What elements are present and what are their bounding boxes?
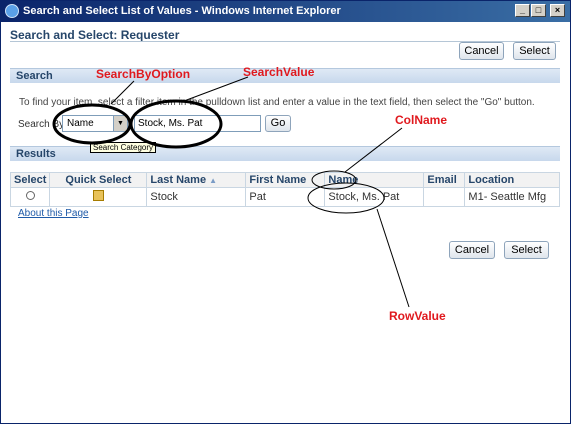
search-value-input[interactable]: Stock, Ms. Pat <box>134 115 261 132</box>
table-header-row: Select Quick Select Last Name ▲ First Na… <box>9 172 560 188</box>
cell-location: M1- Seattle Mfg <box>464 187 560 207</box>
cell-name: Stock, Ms. Pat <box>324 187 425 207</box>
cancel-button-bottom[interactable]: Cancel <box>449 241 495 259</box>
search-instructions: To find your item, select a filter item … <box>19 97 535 108</box>
search-by-selected: Name <box>67 118 94 129</box>
maximize-button[interactable]: □ <box>531 4 546 17</box>
about-this-page-link[interactable]: About this Page <box>18 208 89 219</box>
annotation-searchbyoption: SearchByOption <box>96 67 191 81</box>
col-header-first-name: First Name <box>245 172 326 188</box>
close-button[interactable]: × <box>550 4 565 17</box>
select-radio[interactable] <box>25 191 35 200</box>
col-header-select: Select <box>9 172 51 188</box>
search-by-label: Search By <box>18 119 65 130</box>
search-by-dropdown[interactable]: Name ▼ <box>62 115 128 132</box>
quick-select-icon[interactable] <box>92 190 104 201</box>
quick-select-cell <box>49 187 148 207</box>
annotation-searchvalue: SearchValue <box>243 65 315 79</box>
cell-last-name: Stock <box>146 187 247 207</box>
minimize-button[interactable]: _ <box>515 4 530 17</box>
table-row: Stock Pat Stock, Ms. Pat M1- Seattle Mfg <box>9 187 560 207</box>
results-table: Select Quick Select Last Name ▲ First Na… <box>9 172 560 207</box>
col-header-location: Location <box>464 172 560 188</box>
go-button[interactable]: Go <box>265 115 291 132</box>
col-header-last-name-label: Last Name <box>150 174 207 186</box>
col-header-last-name[interactable]: Last Name ▲ <box>146 172 247 188</box>
annotation-rowvalue: RowValue <box>389 309 446 323</box>
col-header-email: Email <box>423 172 466 188</box>
cell-first-name: Pat <box>245 187 326 207</box>
chevron-down-icon[interactable]: ▼ <box>113 116 127 131</box>
col-header-quick-select: Quick Select <box>49 172 148 188</box>
window-title: Search and Select List of Values - Windo… <box>23 5 341 17</box>
results-section-title: Results <box>16 148 56 160</box>
page-title: Search and Select: Requester <box>10 28 180 42</box>
search-section-title: Search <box>16 70 53 82</box>
col-header-name: Name <box>324 172 425 188</box>
title-bar: Search and Select List of Values - Windo… <box>1 1 570 22</box>
select-cell <box>9 187 51 207</box>
search-category-tooltip: Search Category <box>90 142 157 153</box>
cancel-button-top[interactable]: Cancel <box>459 42 504 60</box>
annotation-colname: ColName <box>395 113 448 127</box>
ie-icon <box>5 4 19 18</box>
sort-ascending-icon: ▲ <box>209 176 218 185</box>
cell-email <box>423 187 466 207</box>
select-button-top[interactable]: Select <box>513 42 556 60</box>
select-button-bottom[interactable]: Select <box>504 241 549 259</box>
